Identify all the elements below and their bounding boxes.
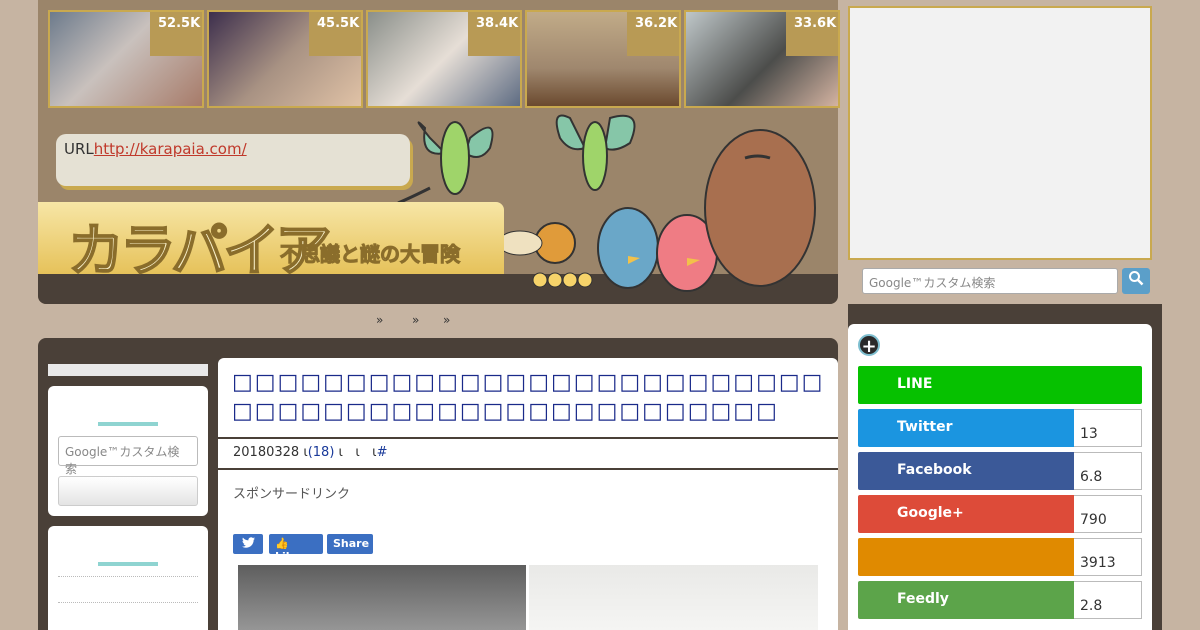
share-line[interactable]: LINE (858, 366, 1142, 404)
tweet-button[interactable] (233, 534, 263, 554)
view-count: 36.2K (627, 12, 679, 56)
like-label: Like (275, 550, 301, 563)
sponsored-link-label: スポンサードリンク (233, 487, 351, 502)
search-button[interactable] (1122, 268, 1150, 294)
tag-link[interactable]: # (377, 445, 388, 460)
divider (58, 602, 198, 603)
share-feedly[interactable]: Feedly 2.8 (858, 581, 1142, 619)
divider (218, 468, 838, 470)
expand-icon[interactable]: + (858, 334, 880, 357)
share-hatena-label (858, 538, 1074, 576)
separator: ι (355, 445, 360, 460)
url-label: URL (64, 140, 94, 158)
share-panel: + LINE Twitter 13 Facebook 6.8 Google+ 7… (848, 324, 1152, 630)
blue-bird-icon (597, 207, 659, 289)
share-facebook-count: 6.8 (1074, 452, 1142, 490)
twitter-icon (241, 537, 255, 548)
thumbnail-3[interactable]: 38.4K (366, 10, 522, 108)
thumbnail-5[interactable]: 33.6K (684, 10, 840, 108)
site-url-link[interactable]: http://karapaia.com/ (94, 140, 247, 158)
share-twitter-label: Twitter (858, 409, 1074, 447)
share-line-label: LINE (858, 366, 1142, 404)
thumbs-up-icon: 👍 (275, 537, 289, 550)
sidebar-search-button[interactable] (58, 476, 198, 506)
logo-banner[interactable]: カラパイア 不思議と謎の大冒険 (38, 202, 504, 285)
chicks-icon (532, 272, 593, 288)
butterfly-mascot-icon (397, 121, 494, 205)
share-twitter[interactable]: Twitter 13 (858, 409, 1142, 447)
separator: ι (338, 445, 343, 460)
share-googleplus[interactable]: Google+ 790 (858, 495, 1142, 533)
comment-count-link[interactable]: (18) (308, 445, 335, 460)
thumbnail-1[interactable]: 52.5K (48, 10, 204, 108)
share-facebook[interactable]: Facebook 6.8 (858, 452, 1142, 490)
article-image-2 (529, 565, 818, 630)
share-hatena-count: 3913 (1074, 538, 1142, 576)
view-count: 45.5K (309, 12, 361, 56)
divider (58, 576, 198, 577)
article-card: □□□□□□□□□□□□□□□□□□□□□□□□□□□□□□□□□□□□□□□□… (218, 358, 838, 630)
article-date: 20180328 (233, 445, 300, 460)
global-nav: » » » (38, 304, 838, 338)
sidebar-top-bar (48, 364, 208, 376)
view-count: 52.5K (150, 12, 202, 56)
site-tagline: 不思議と謎の大冒険 (280, 242, 461, 267)
nav-item[interactable]: » (412, 313, 419, 327)
popular-thumbnails: 52.5K 45.5K 38.4K 36.2K 33.6K (48, 10, 840, 110)
section-accent (98, 422, 158, 426)
share-twitter-count: 13 (1074, 409, 1142, 447)
article-title[interactable]: □□□□□□□□□□□□□□□□□□□□□□□□□□□□□□□□□□□□□□□□… (232, 368, 828, 426)
thumbnail-4[interactable]: 36.2K (525, 10, 681, 108)
share-googleplus-label: Google+ (858, 495, 1074, 533)
share-hatena[interactable]: 3913 (858, 538, 1142, 576)
sidebar-list-box (48, 526, 208, 630)
page-margin (0, 0, 38, 630)
site-search-input[interactable]: Google™カスタム検索 (862, 268, 1118, 294)
nav-item[interactable]: » (376, 313, 383, 327)
thumbnail-2[interactable]: 45.5K (207, 10, 363, 108)
divider (218, 437, 838, 439)
article-meta: 20180328 ι(18) ι ι ι# (233, 445, 387, 460)
big-brown-bird-icon (704, 129, 816, 287)
sidebar-search-input[interactable]: Google™カスタム検索 (58, 436, 198, 476)
url-box: URLhttp://karapaia.com/ (56, 134, 410, 186)
view-count: 38.4K (468, 12, 520, 56)
section-accent (98, 562, 158, 566)
share-facebook-label: Facebook (858, 452, 1074, 490)
share-feedly-count: 2.8 (1074, 581, 1142, 619)
share-feedly-label: Feedly (858, 581, 1074, 619)
ad-slot (848, 6, 1152, 260)
sidebar-search-box: Google™カスタム検索 (48, 386, 208, 516)
nav-item[interactable]: » (443, 313, 450, 327)
facebook-share-button[interactable]: Share (327, 534, 373, 554)
facebook-like-button[interactable]: 👍 Like (269, 534, 323, 563)
article-image-1 (238, 565, 526, 630)
view-count: 33.6K (786, 12, 838, 56)
share-googleplus-count: 790 (1074, 495, 1142, 533)
butterfly-mascot-2-icon (555, 114, 636, 191)
search-icon (1129, 271, 1144, 286)
brown-bird-icon (497, 222, 576, 264)
